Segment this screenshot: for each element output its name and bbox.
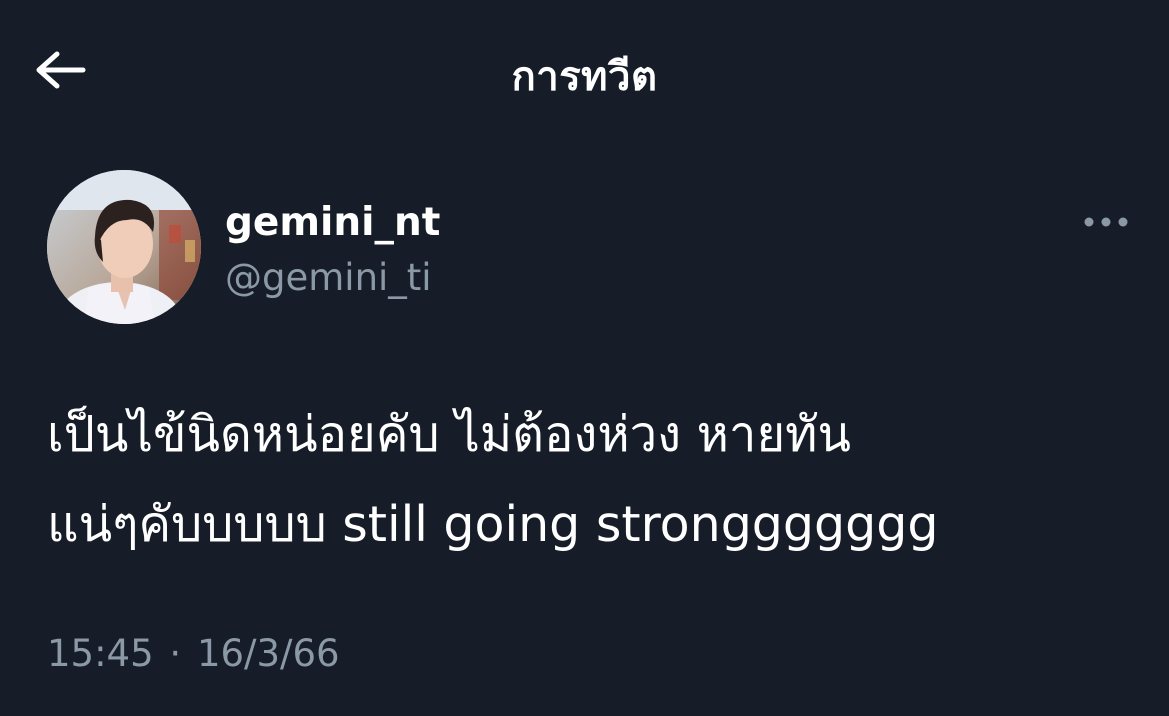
tweet-time[interactable]: 15:45 xyxy=(47,632,154,675)
tweet-timestamp: 15:45 · 16/3/66 xyxy=(47,632,340,675)
tweet-text: เป็นไข้นิดหน่อยคับ ไม่ต้องห่วง หายทัน แน… xyxy=(47,390,1127,570)
more-options-button[interactable] xyxy=(1071,202,1141,242)
avatar[interactable] xyxy=(47,170,201,324)
tweet-text-line: เป็นไข้นิดหน่อยคับ ไม่ต้องห่วง หายทัน xyxy=(47,406,851,463)
tweet-date[interactable]: 16/3/66 xyxy=(197,632,340,675)
page-title: การทวีต xyxy=(511,54,658,100)
display-name[interactable]: gemini_nt xyxy=(225,200,440,245)
tweet-author: gemini_nt @gemini_ti xyxy=(47,170,1128,330)
meta-separator: · xyxy=(169,632,182,675)
tweet-detail-page: การทวีต gemini_nt @gemini_ti เป็นไข้นิดห… xyxy=(0,0,1169,716)
top-bar: การทวีต xyxy=(0,0,1169,140)
more-horizontal-icon xyxy=(1084,217,1128,227)
user-handle[interactable]: @gemini_ti xyxy=(225,256,432,299)
tweet-text-line: แน่ๆคับบบบบ still going stronggggggg xyxy=(47,496,939,553)
avatar-photo xyxy=(47,170,201,324)
